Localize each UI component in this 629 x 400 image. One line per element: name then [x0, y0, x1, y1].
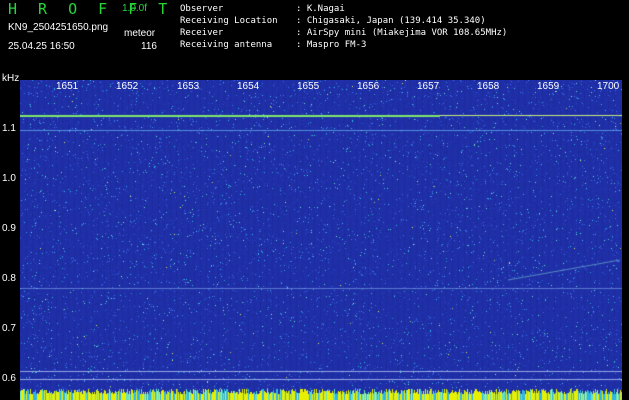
spectrogram-canvas	[20, 80, 622, 400]
y-tick-1.0: 1.0	[2, 173, 16, 184]
x-tick-1700: 1700	[597, 81, 620, 92]
location-value: : Chigasaki, Japan (139.414 35.340)	[296, 16, 486, 26]
x-tick-1658: 1658	[477, 81, 500, 92]
x-tick-1651: 1651	[56, 81, 79, 92]
observer-value: : K.Nagai	[296, 4, 345, 14]
y-tick-0.8: 0.8	[2, 273, 16, 284]
x-tick-1659: 1659	[537, 81, 560, 92]
receiver-key: Receiver	[180, 28, 224, 38]
observer-key: Observer	[180, 4, 224, 14]
y-tick-1.1: 1.1	[2, 123, 16, 134]
spectrogram-plot	[20, 80, 622, 400]
count-label: 116	[141, 41, 157, 52]
filename-label: KN9_2504251650.png	[8, 22, 109, 33]
x-tick-1657: 1657	[417, 81, 440, 92]
x-tick-1654: 1654	[237, 81, 260, 92]
datetime-label: 25.04.25 16:50	[8, 41, 75, 52]
x-tick-1655: 1655	[297, 81, 320, 92]
source-label: meteor	[124, 28, 156, 39]
app-title: H R O F F T	[8, 0, 174, 18]
version-label: 1.0.0f	[122, 3, 148, 14]
x-tick-1656: 1656	[357, 81, 380, 92]
y-tick-0.9: 0.9	[2, 223, 16, 234]
receiver-value: : AirSpy mini (Miakejima VOR 108.65MHz)	[296, 28, 508, 38]
x-tick-1652: 1652	[116, 81, 139, 92]
y-tick-0.6: 0.6	[2, 373, 16, 384]
x-tick-1653: 1653	[177, 81, 200, 92]
location-key: Receiving Location	[180, 16, 278, 26]
antenna-value: : Maspro FM-3	[296, 40, 367, 50]
antenna-key: Receiving antenna	[180, 40, 273, 50]
y-axis-unit: kHz	[2, 73, 20, 84]
y-tick-0.7: 0.7	[2, 323, 16, 334]
